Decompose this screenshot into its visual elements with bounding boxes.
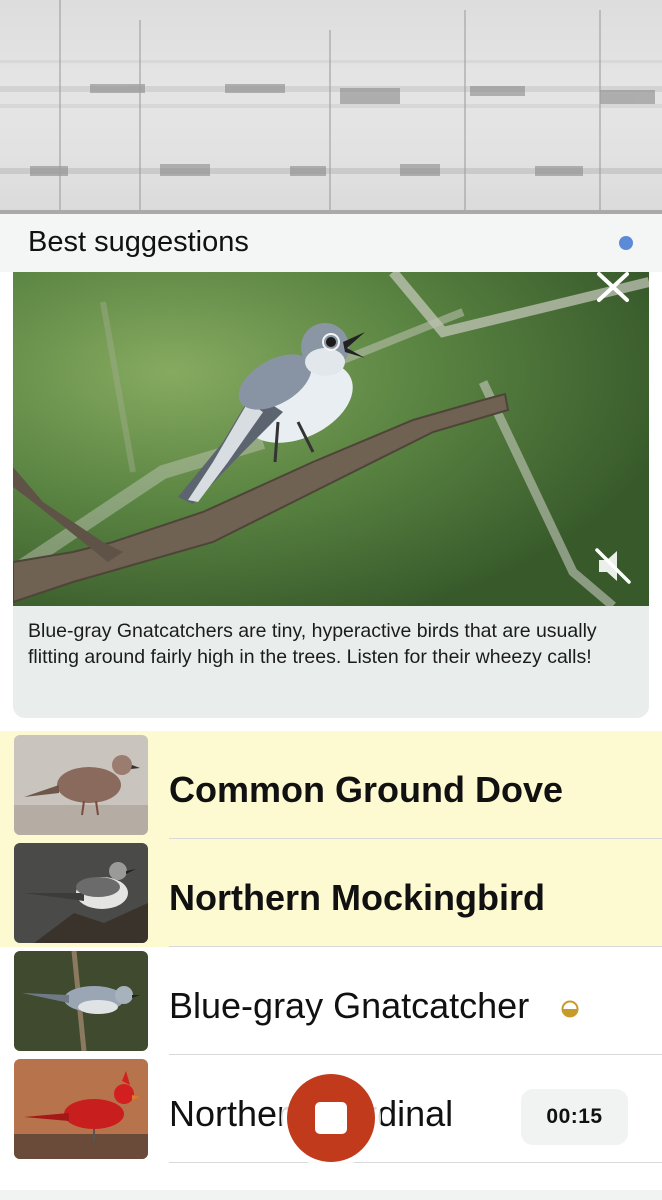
app-screen: Best suggestions Blue-gray Gnatcatchers … <box>0 0 662 1200</box>
row-divider <box>169 1162 662 1163</box>
species-name: Northern Mockingbird <box>169 877 545 918</box>
species-thumbnail <box>14 951 148 1051</box>
mute-button[interactable] <box>591 546 635 586</box>
stop-recording-button[interactable] <box>287 1074 375 1162</box>
close-button[interactable] <box>593 272 633 304</box>
species-name: Common Ground Dove <box>169 769 563 810</box>
species-description: Blue-gray Gnatcatchers are tiny, hyperac… <box>28 620 597 668</box>
species-thumbnail <box>14 1059 148 1159</box>
species-name: Blue-gray Gnatcatcher <box>169 985 530 1026</box>
half-circle-icon <box>561 1000 579 1018</box>
species-thumbnail <box>14 735 148 835</box>
spectrogram <box>0 0 662 214</box>
recording-timer: 00:15 <box>521 1089 628 1145</box>
status-dot <box>619 236 633 250</box>
featured-species-card: Blue-gray Gnatcatchers are tiny, hyperac… <box>13 272 649 718</box>
suggestions-title: Best suggestions <box>28 226 249 258</box>
species-row-common-ground-dove[interactable]: Common Ground Dove <box>0 731 662 839</box>
stop-icon <box>315 1102 347 1134</box>
featured-bird-photo <box>13 272 649 606</box>
close-icon <box>597 272 629 302</box>
species-row-northern-mockingbird[interactable]: Northern Mockingbird <box>0 839 662 947</box>
species-thumbnail <box>14 843 148 943</box>
bottom-bar <box>0 1190 662 1200</box>
speaker-muted-icon <box>595 548 631 584</box>
suggestions-header: Best suggestions <box>0 214 662 272</box>
